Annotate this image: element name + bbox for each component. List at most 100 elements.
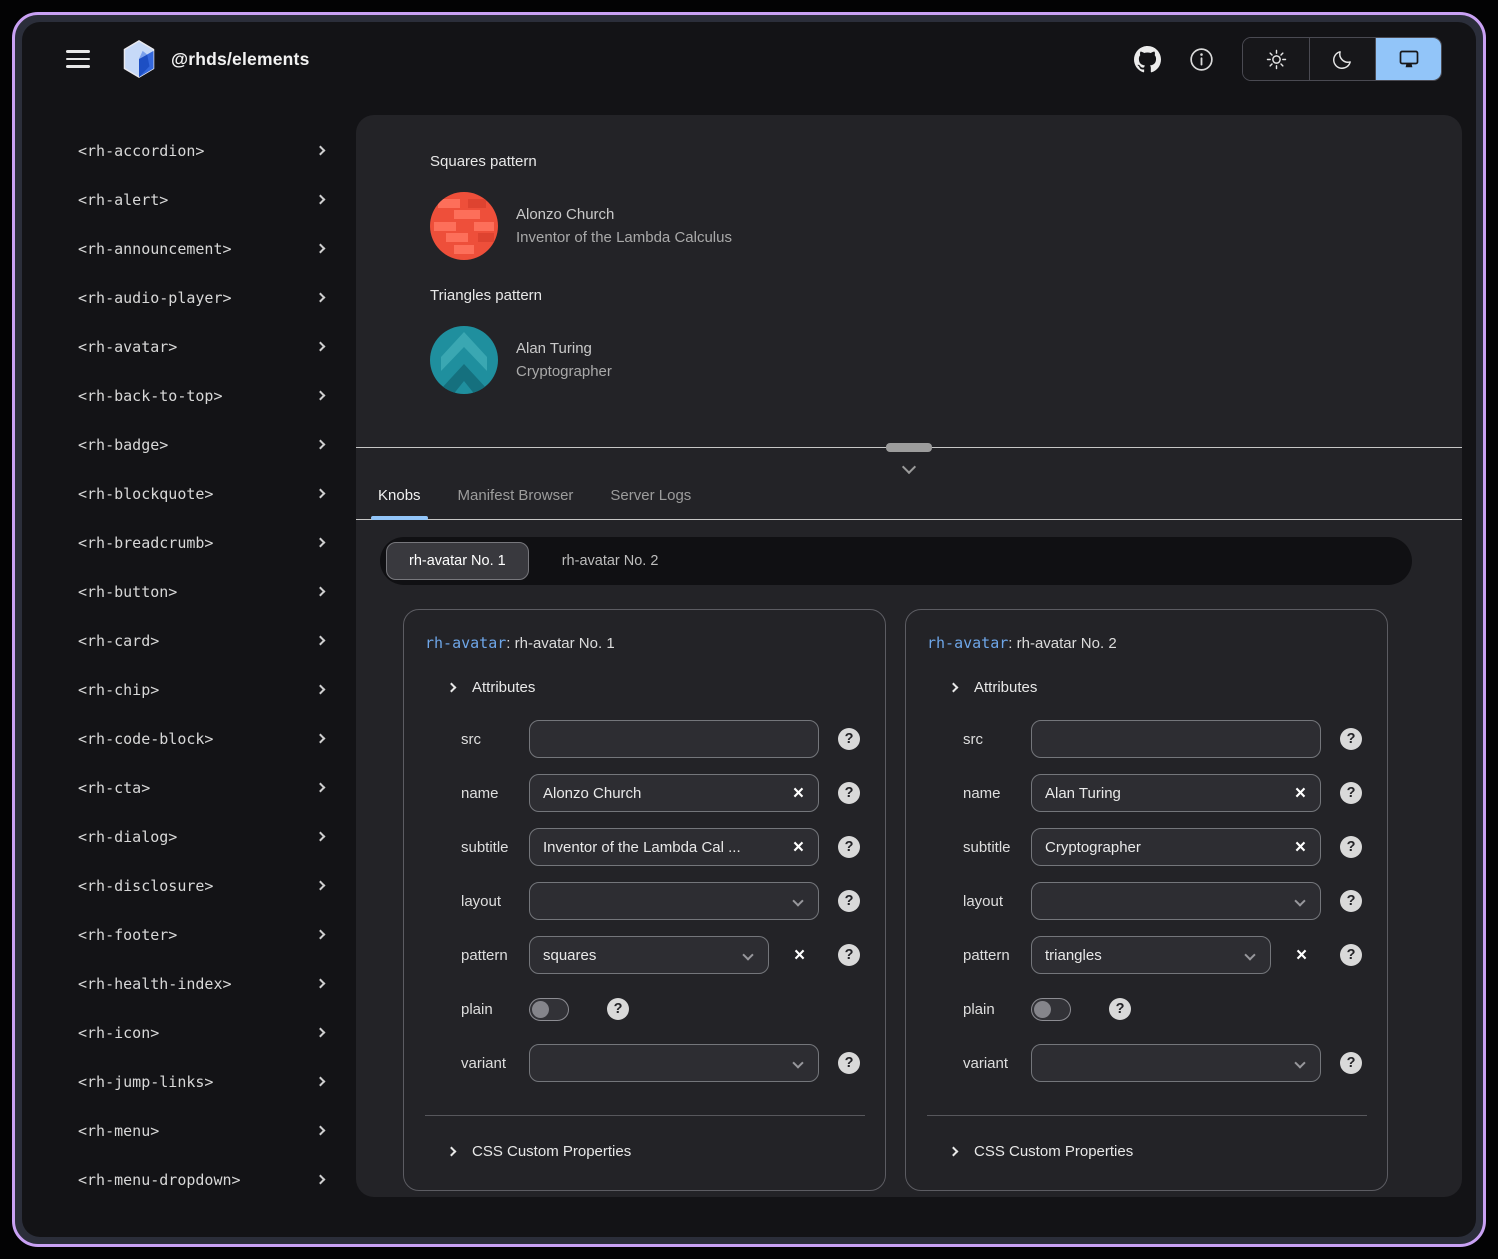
help-icon[interactable]: ? (1340, 944, 1362, 966)
avatar-subtitle: Inventor of the Lambda Calculus (516, 226, 732, 249)
chevron-right-icon (316, 293, 326, 303)
sidebar-item-rh-health-index[interactable]: <rh-health-index> (22, 959, 356, 1008)
chevron-right-icon (316, 832, 326, 842)
clear-icon[interactable]: × (792, 838, 805, 857)
clear-icon[interactable]: × (793, 946, 806, 965)
sidebar-item-rh-disclosure[interactable]: <rh-disclosure> (22, 861, 356, 910)
layout-select[interactable] (529, 882, 819, 920)
sidebar-item-rh-blockquote[interactable]: <rh-blockquote> (22, 469, 356, 518)
sidebar-item-rh-chip[interactable]: <rh-chip> (22, 665, 356, 714)
css-properties-disclosure[interactable]: CSS Custom Properties (950, 1143, 1367, 1160)
knob-row-variant: variant? (963, 1044, 1365, 1082)
tab-server-logs[interactable]: Server Logs (610, 487, 691, 504)
plain-toggle[interactable] (529, 998, 569, 1021)
help-icon[interactable]: ? (838, 782, 860, 804)
select-value: squares (543, 947, 744, 964)
resize-handle[interactable] (886, 443, 932, 452)
main-panel: Squares patternAlonzo ChurchInventor of … (356, 115, 1462, 1197)
theme-dark-button[interactable] (1309, 38, 1375, 80)
sidebar-item-rh-audio-player[interactable]: <rh-audio-player> (22, 273, 356, 322)
help-icon[interactable]: ? (1340, 728, 1362, 750)
sidebar-item-rh-back-to-top[interactable]: <rh-back-to-top> (22, 371, 356, 420)
chevron-down-icon (902, 460, 916, 474)
name-input[interactable]: Alonzo Church× (529, 774, 819, 812)
instance-tab-2[interactable]: rh-avatar No. 2 (539, 542, 682, 580)
src-input[interactable] (529, 720, 819, 758)
help-icon[interactable]: ? (1340, 890, 1362, 912)
plain-toggle[interactable] (1031, 998, 1071, 1021)
clear-icon[interactable]: × (1294, 838, 1307, 857)
sidebar-item-rh-badge[interactable]: <rh-badge> (22, 420, 356, 469)
chevron-right-icon (316, 538, 326, 548)
sidebar-item-rh-icon[interactable]: <rh-icon> (22, 1008, 356, 1057)
theme-light-button[interactable] (1243, 38, 1309, 80)
monitor-icon (1397, 47, 1421, 71)
pattern-select[interactable]: squares (529, 936, 769, 974)
sidebar-item-rh-breadcrumb[interactable]: <rh-breadcrumb> (22, 518, 356, 567)
chevron-right-icon (316, 391, 326, 401)
subtitle-input[interactable]: Inventor of the Lambda Cal ...× (529, 828, 819, 866)
tab-knobs[interactable]: Knobs (378, 487, 421, 504)
chevron-down-icon (792, 895, 803, 906)
sidebar-item-rh-code-block[interactable]: <rh-code-block> (22, 714, 356, 763)
collapse-button[interactable] (904, 460, 914, 475)
knob-label: pattern (461, 947, 529, 964)
sidebar-item-label: <rh-icon> (78, 1024, 159, 1042)
help-icon[interactable]: ? (838, 890, 860, 912)
sidebar-item-label: <rh-chip> (78, 681, 159, 699)
sidebar-item-label: <rh-jump-links> (78, 1073, 213, 1091)
sidebar-item-rh-menu-dropdown[interactable]: <rh-menu-dropdown> (22, 1155, 356, 1204)
knob-row-src: src? (461, 720, 863, 758)
help-icon[interactable]: ? (838, 1052, 860, 1074)
theme-system-button[interactable] (1375, 38, 1441, 80)
clear-icon[interactable]: × (792, 784, 805, 803)
sidebar-item-rh-dialog[interactable]: <rh-dialog> (22, 812, 356, 861)
sidebar-item-rh-accordion[interactable]: <rh-accordion> (22, 126, 356, 175)
knob-panel-2: rh-avatar: rh-avatar No. 2Attributessrc?… (905, 609, 1388, 1191)
help-icon[interactable]: ? (1340, 836, 1362, 858)
sidebar[interactable]: <rh-accordion><rh-alert><rh-announcement… (22, 96, 356, 1237)
knob-panels: rh-avatar: rh-avatar No. 1 Attributes src?… (403, 609, 1388, 1191)
sidebar-item-rh-cta[interactable]: <rh-cta> (22, 763, 356, 812)
tab-manifest-browser[interactable]: Manifest Browser (458, 487, 574, 504)
knob-label: layout (461, 893, 529, 910)
help-icon[interactable]: ? (838, 836, 860, 858)
sidebar-item-rh-avatar[interactable]: <rh-avatar> (22, 322, 356, 371)
pattern-select[interactable]: triangles (1031, 936, 1271, 974)
sidebar-item-rh-card[interactable]: <rh-card> (22, 616, 356, 665)
instance-tab-bar: rh-avatar No. 1 rh-avatar No. 2 (380, 537, 1412, 585)
sidebar-item-rh-announcement[interactable]: <rh-announcement> (22, 224, 356, 273)
subtitle-input[interactable]: Cryptographer× (1031, 828, 1321, 866)
chevron-down-icon (1244, 949, 1255, 960)
css-properties-disclosure[interactable]: CSS Custom Properties (448, 1143, 865, 1160)
github-button[interactable] (1134, 46, 1161, 73)
clear-icon[interactable]: × (1294, 784, 1307, 803)
attributes-disclosure[interactable]: Attributes (950, 679, 1367, 696)
help-icon[interactable]: ? (1109, 998, 1131, 1020)
panel-instance-name: : rh-avatar No. 2 (1008, 635, 1116, 652)
name-input[interactable]: Alan Turing× (1031, 774, 1321, 812)
info-button[interactable] (1188, 46, 1215, 73)
help-icon[interactable]: ? (838, 944, 860, 966)
hamburger-menu-button[interactable] (66, 50, 90, 68)
split-divider (356, 447, 1462, 481)
sidebar-item-rh-jump-links[interactable]: <rh-jump-links> (22, 1057, 356, 1106)
sidebar-item-rh-alert[interactable]: <rh-alert> (22, 175, 356, 224)
attributes-disclosure[interactable]: Attributes (448, 679, 865, 696)
src-input[interactable] (1031, 720, 1321, 758)
sidebar-item-rh-button[interactable]: <rh-button> (22, 567, 356, 616)
instance-tab-1[interactable]: rh-avatar No. 1 (386, 542, 529, 580)
input-value: Cryptographer (1045, 839, 1294, 856)
variant-select[interactable] (1031, 1044, 1321, 1082)
sidebar-item-rh-footer[interactable]: <rh-footer> (22, 910, 356, 959)
help-icon[interactable]: ? (838, 728, 860, 750)
layout-select[interactable] (1031, 882, 1321, 920)
chevron-right-icon (949, 1147, 959, 1157)
panel-title: rh-avatar: rh-avatar No. 1 (425, 634, 865, 652)
sidebar-item-rh-menu[interactable]: <rh-menu> (22, 1106, 356, 1155)
help-icon[interactable]: ? (1340, 782, 1362, 804)
clear-icon[interactable]: × (1295, 946, 1308, 965)
variant-select[interactable] (529, 1044, 819, 1082)
help-icon[interactable]: ? (1340, 1052, 1362, 1074)
help-icon[interactable]: ? (607, 998, 629, 1020)
